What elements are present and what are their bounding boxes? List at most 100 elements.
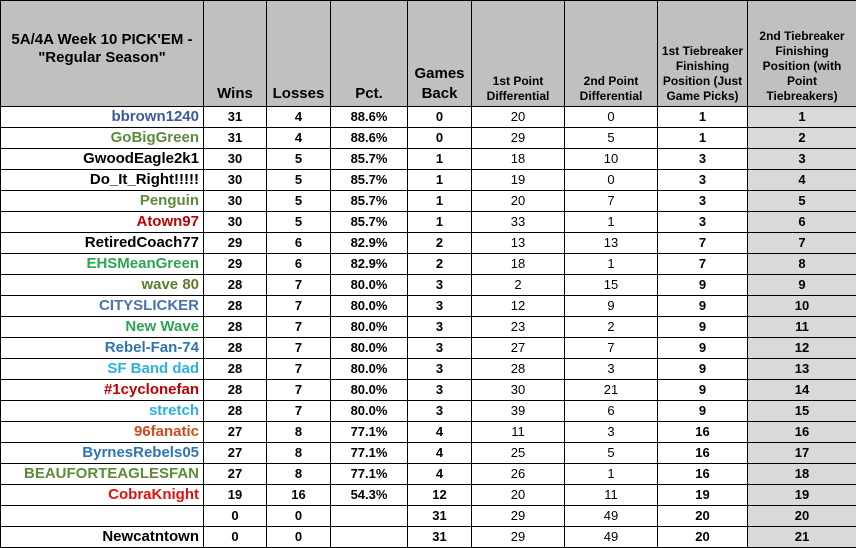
wins-cell[interactable]: 28 bbox=[204, 359, 267, 380]
second-point-differential-cell[interactable]: 2 bbox=[565, 317, 658, 338]
player-name[interactable]: stretch bbox=[1, 401, 204, 422]
wins-cell[interactable]: 19 bbox=[204, 485, 267, 506]
second-point-differential-cell[interactable]: 1 bbox=[565, 212, 658, 233]
games-back-cell[interactable]: 4 bbox=[408, 443, 472, 464]
player-name[interactable]: Newcatntown bbox=[1, 527, 204, 548]
second-tiebreaker-cell[interactable]: 15 bbox=[748, 401, 856, 422]
player-name[interactable]: BEAUFORTEAGLESFAN bbox=[1, 464, 204, 485]
games-back-cell[interactable]: 2 bbox=[408, 233, 472, 254]
second-tiebreaker-cell[interactable]: 8 bbox=[748, 254, 856, 275]
losses-cell[interactable]: 7 bbox=[267, 275, 331, 296]
first-tiebreaker-cell[interactable]: 16 bbox=[658, 464, 748, 485]
first-tiebreaker-cell[interactable]: 20 bbox=[658, 506, 748, 527]
player-name[interactable]: Penguin bbox=[1, 191, 204, 212]
wins-cell[interactable]: 29 bbox=[204, 254, 267, 275]
pct-cell[interactable]: 54.3% bbox=[331, 485, 408, 506]
first-point-differential-cell[interactable]: 12 bbox=[472, 296, 565, 317]
first-tiebreaker-cell[interactable]: 9 bbox=[658, 317, 748, 338]
second-tiebreaker-cell[interactable]: 12 bbox=[748, 338, 856, 359]
header-games-back[interactable]: Games Back bbox=[408, 1, 472, 107]
first-tiebreaker-cell[interactable]: 20 bbox=[658, 527, 748, 548]
wins-cell[interactable]: 27 bbox=[204, 464, 267, 485]
player-name[interactable]: EHSMeanGreen bbox=[1, 254, 204, 275]
player-name[interactable]: New Wave bbox=[1, 317, 204, 338]
first-point-differential-cell[interactable]: 18 bbox=[472, 149, 565, 170]
losses-cell[interactable]: 6 bbox=[267, 233, 331, 254]
games-back-cell[interactable]: 2 bbox=[408, 254, 472, 275]
first-tiebreaker-cell[interactable]: 9 bbox=[658, 338, 748, 359]
second-point-differential-cell[interactable]: 3 bbox=[565, 359, 658, 380]
games-back-cell[interactable]: 31 bbox=[408, 506, 472, 527]
first-point-differential-cell[interactable]: 30 bbox=[472, 380, 565, 401]
pct-cell[interactable]: 82.9% bbox=[331, 254, 408, 275]
first-point-differential-cell[interactable]: 20 bbox=[472, 107, 565, 128]
second-point-differential-cell[interactable]: 1 bbox=[565, 464, 658, 485]
games-back-cell[interactable]: 3 bbox=[408, 401, 472, 422]
losses-cell[interactable]: 8 bbox=[267, 443, 331, 464]
header-wins[interactable]: Wins bbox=[204, 1, 267, 107]
wins-cell[interactable]: 30 bbox=[204, 170, 267, 191]
games-back-cell[interactable]: 3 bbox=[408, 296, 472, 317]
second-tiebreaker-cell[interactable]: 13 bbox=[748, 359, 856, 380]
second-tiebreaker-cell[interactable]: 5 bbox=[748, 191, 856, 212]
losses-cell[interactable]: 0 bbox=[267, 506, 331, 527]
pct-cell[interactable]: 80.0% bbox=[331, 380, 408, 401]
wins-cell[interactable]: 29 bbox=[204, 233, 267, 254]
first-tiebreaker-cell[interactable]: 9 bbox=[658, 359, 748, 380]
second-tiebreaker-cell[interactable]: 21 bbox=[748, 527, 856, 548]
header-1st-point-differential[interactable]: 1st Point Differential bbox=[472, 1, 565, 107]
wins-cell[interactable]: 28 bbox=[204, 401, 267, 422]
first-point-differential-cell[interactable]: 20 bbox=[472, 191, 565, 212]
wins-cell[interactable]: 28 bbox=[204, 380, 267, 401]
first-point-differential-cell[interactable]: 39 bbox=[472, 401, 565, 422]
pct-cell[interactable]: 85.7% bbox=[331, 191, 408, 212]
player-name[interactable]: wave 80 bbox=[1, 275, 204, 296]
first-point-differential-cell[interactable]: 29 bbox=[472, 527, 565, 548]
losses-cell[interactable]: 7 bbox=[267, 338, 331, 359]
losses-cell[interactable]: 7 bbox=[267, 401, 331, 422]
header-losses[interactable]: Losses bbox=[267, 1, 331, 107]
losses-cell[interactable]: 4 bbox=[267, 128, 331, 149]
games-back-cell[interactable]: 3 bbox=[408, 275, 472, 296]
first-tiebreaker-cell[interactable]: 16 bbox=[658, 422, 748, 443]
second-point-differential-cell[interactable]: 6 bbox=[565, 401, 658, 422]
first-tiebreaker-cell[interactable]: 9 bbox=[658, 401, 748, 422]
second-point-differential-cell[interactable]: 0 bbox=[565, 170, 658, 191]
games-back-cell[interactable]: 3 bbox=[408, 338, 472, 359]
wins-cell[interactable]: 28 bbox=[204, 338, 267, 359]
losses-cell[interactable]: 16 bbox=[267, 485, 331, 506]
first-point-differential-cell[interactable]: 13 bbox=[472, 233, 565, 254]
wins-cell[interactable]: 27 bbox=[204, 443, 267, 464]
first-point-differential-cell[interactable]: 33 bbox=[472, 212, 565, 233]
first-tiebreaker-cell[interactable]: 1 bbox=[658, 128, 748, 149]
pct-cell[interactable]: 80.0% bbox=[331, 359, 408, 380]
header-pct[interactable]: Pct. bbox=[331, 1, 408, 107]
losses-cell[interactable]: 5 bbox=[267, 170, 331, 191]
second-point-differential-cell[interactable]: 7 bbox=[565, 338, 658, 359]
first-point-differential-cell[interactable]: 19 bbox=[472, 170, 565, 191]
wins-cell[interactable]: 0 bbox=[204, 506, 267, 527]
first-point-differential-cell[interactable]: 2 bbox=[472, 275, 565, 296]
pct-cell[interactable]: 80.0% bbox=[331, 296, 408, 317]
games-back-cell[interactable]: 0 bbox=[408, 107, 472, 128]
wins-cell[interactable]: 0 bbox=[204, 527, 267, 548]
player-name[interactable]: Rebel-Fan-74 bbox=[1, 338, 204, 359]
first-tiebreaker-cell[interactable]: 1 bbox=[658, 107, 748, 128]
losses-cell[interactable]: 0 bbox=[267, 527, 331, 548]
first-point-differential-cell[interactable]: 26 bbox=[472, 464, 565, 485]
player-name[interactable]: RetiredCoach77 bbox=[1, 233, 204, 254]
player-name[interactable]: Do_It_Right!!!!! bbox=[1, 170, 204, 191]
second-tiebreaker-cell[interactable]: 7 bbox=[748, 233, 856, 254]
pct-cell[interactable]: 82.9% bbox=[331, 233, 408, 254]
losses-cell[interactable]: 7 bbox=[267, 380, 331, 401]
first-tiebreaker-cell[interactable]: 16 bbox=[658, 443, 748, 464]
wins-cell[interactable]: 30 bbox=[204, 149, 267, 170]
second-point-differential-cell[interactable]: 0 bbox=[565, 107, 658, 128]
second-tiebreaker-cell[interactable]: 6 bbox=[748, 212, 856, 233]
losses-cell[interactable]: 5 bbox=[267, 191, 331, 212]
second-point-differential-cell[interactable]: 11 bbox=[565, 485, 658, 506]
first-tiebreaker-cell[interactable]: 3 bbox=[658, 191, 748, 212]
second-tiebreaker-cell[interactable]: 2 bbox=[748, 128, 856, 149]
player-name[interactable]: 96fanatic bbox=[1, 422, 204, 443]
losses-cell[interactable]: 4 bbox=[267, 107, 331, 128]
